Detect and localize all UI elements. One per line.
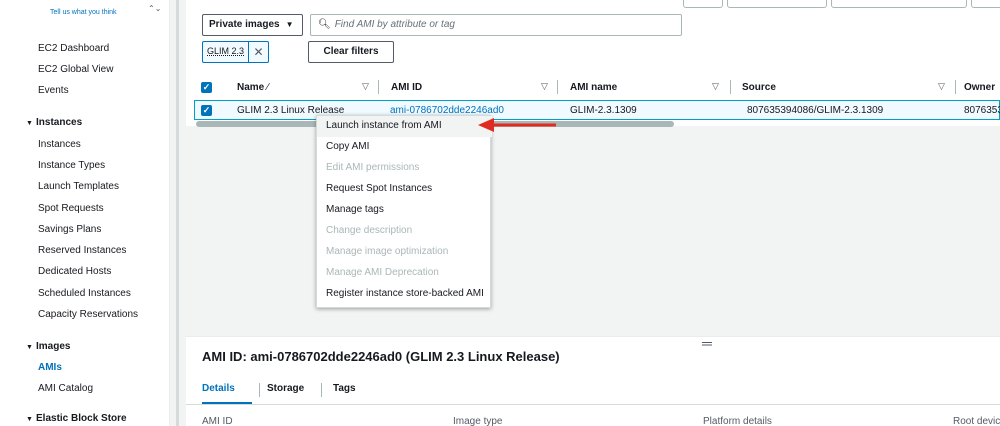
select-value: Private images [209,19,280,30]
ami-detail-panel: AMI ID: ami-0786702dde2246ad0 (GLIM 2.3 … [186,336,1000,426]
tab-tags[interactable]: Tags [333,383,356,394]
column-header-ami-id[interactable]: AMI ID [391,82,422,93]
cell-source: 807635394086/GLIM-2.3.1309 [747,105,884,116]
table-row[interactable]: ✓ GLIM 2.3 Linux Release ami-0786702dde2… [194,100,1000,120]
toolbar-button-stub[interactable] [727,0,827,8]
select-all-checkbox[interactable]: ✓ [201,82,212,93]
caret-down-icon: ▼ [285,20,294,29]
sidebar-gutter [170,0,186,426]
filter-token[interactable]: GLIM 2.3 ✕ [202,41,270,63]
sidebar-item-events[interactable]: Events [38,85,69,96]
sort-icon[interactable]: ▽ [362,81,369,92]
sidebar-item-spot-requests[interactable]: Spot Requests [38,203,104,214]
caret-down-icon: ▼ [26,416,33,423]
menu-item-launch-instance[interactable]: Launch instance from AMI [317,116,492,137]
menu-item-copy-ami[interactable]: Copy AMI [317,137,492,158]
sidebar-item-instance-types[interactable]: Instance Types [38,160,105,171]
context-menu: Launch instance from AMI Copy AMI Edit A… [316,115,492,308]
sidebar-section-label: Images [36,341,71,352]
toolbar-button-stub[interactable] [831,0,967,8]
remove-token-icon[interactable]: ✕ [248,42,268,62]
caret-down-icon: ▼ [26,120,33,127]
sidebar-section-images[interactable]: ▼ Images [26,341,70,352]
sidebar-item-ec2-global-view[interactable]: EC2 Global View [38,64,113,75]
search-icon: 🔍︎ [318,19,331,30]
field-label-image-type: Image type [453,416,503,426]
image-ownership-select[interactable]: Private images ▼ [202,14,303,36]
annotation-arrow-icon [478,118,556,132]
sidebar-item-savings-plans[interactable]: Savings Plans [38,224,101,235]
sort-icon[interactable]: ▽ [712,81,719,92]
menu-item-manage-ami-deprecation: Manage AMI Deprecation [326,267,439,278]
field-label-root-device: Root devic [953,416,1000,426]
sort-icon[interactable]: ▽ [938,81,945,92]
search-placeholder: Find AMI by attribute or tag [334,19,455,30]
column-header-name[interactable]: Name ∕ [237,82,271,93]
tab-divider [321,383,322,397]
sidebar-section-instances[interactable]: ▼ Instances [26,117,82,128]
column-header-ami-name[interactable]: AMI name [570,82,617,93]
menu-item-request-spot-instances[interactable]: Request Spot Instances [317,179,492,200]
panel-resize-handle[interactable]: ═ [702,335,712,351]
menu-item-manage-image-optimization: Manage image optimization [326,246,449,257]
tab-divider [259,383,260,397]
edit-icon[interactable]: ∕ [267,82,271,93]
column-divider[interactable] [378,80,379,94]
cell-owner: 8076353 [964,105,1000,116]
sidebar-section-elastic-block-store[interactable]: ▼ Elastic Block Store [26,413,127,424]
sidebar-item-launch-templates[interactable]: Launch Templates [38,181,119,192]
sidebar-item-ami-catalog[interactable]: AMI Catalog [38,383,93,394]
sort-icon[interactable]: ▽ [541,81,548,92]
field-label-ami-id: AMI ID [202,416,233,426]
toolbar-button-stub[interactable] [683,0,723,8]
search-input[interactable]: 🔍︎ Find AMI by attribute or tag [310,14,682,36]
sidebar-item-reserved-instances[interactable]: Reserved Instances [38,245,126,256]
sidebar-resize-bar[interactable] [176,0,179,426]
column-label: Name [237,82,265,93]
sidebar-item-dedicated-hosts[interactable]: Dedicated Hosts [38,266,111,277]
field-label-platform-details: Platform details [703,416,772,426]
tab-details[interactable]: Details [202,383,235,394]
table-header: ✓ Name ∕ ▽ AMI ID ▽ AMI name ▽ Source ▽ … [194,76,1000,100]
tabs-rule [186,404,1000,405]
menu-item-edit-ami-permissions: Edit AMI permissions [326,162,420,173]
column-header-owner[interactable]: Owner [964,82,995,93]
toolbar-button-stub[interactable] [971,0,1000,8]
column-header-source[interactable]: Source [742,82,776,93]
sidebar-item-capacity-reservations[interactable]: Capacity Reservations [38,309,138,320]
menu-item-change-description: Change description [326,225,413,236]
filter-token-label: GLIM 2.3 [207,46,245,56]
sidebar-section-label: Instances [36,117,83,128]
sidebar-item-instances[interactable]: Instances [38,139,81,150]
column-divider[interactable] [730,80,731,94]
feedback-link[interactable]: Tell us what you think [50,9,117,16]
sidebar-item-scheduled-instances[interactable]: Scheduled Instances [38,288,131,299]
clear-filters-button[interactable]: Clear filters [308,41,394,63]
collapse-sidebar-icon[interactable]: ⌃⌄ [148,4,161,13]
detail-title: AMI ID: ami-0786702dde2246ad0 (GLIM 2.3 … [202,349,560,364]
sidebar-navigation: Tell us what you think ⌃⌄ EC2 Dashboard … [0,0,170,426]
cell-ami-name: GLIM-2.3.1309 [570,105,637,116]
menu-item-register-instance-store-ami[interactable]: Register instance store-backed AMI [317,284,492,305]
arrow-head [478,118,494,132]
row-checkbox[interactable]: ✓ [201,105,212,116]
column-divider[interactable] [557,80,558,94]
sidebar-item-ec2-dashboard[interactable]: EC2 Dashboard [38,43,109,54]
caret-down-icon: ▼ [26,344,33,351]
ami-list-panel: Private images ▼ 🔍︎ Find AMI by attribute … [186,0,1000,127]
column-divider[interactable] [955,80,956,94]
sidebar-item-amis[interactable]: AMIs [38,362,62,373]
sidebar-section-label: Elastic Block Store [36,413,127,424]
menu-item-manage-tags[interactable]: Manage tags [317,200,492,221]
tab-storage[interactable]: Storage [267,383,304,394]
